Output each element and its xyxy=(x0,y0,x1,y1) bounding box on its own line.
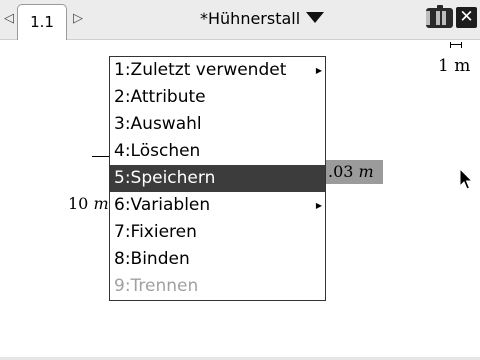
mouse-pointer-icon xyxy=(459,168,473,190)
menu-item-fixieren[interactable]: 7:Fixieren xyxy=(110,219,325,246)
menu-item-auswahl[interactable]: 3:Auswahl xyxy=(110,111,325,138)
measurement-right-value: .03 xyxy=(328,162,354,181)
submenu-arrow-icon: ▶ xyxy=(315,66,322,75)
tab-label: 1.1 xyxy=(30,13,54,31)
battery-icon xyxy=(426,5,453,28)
menu-item-attribute[interactable]: 2:Attribute xyxy=(110,84,325,111)
measurement-left-value: 10 xyxy=(68,194,89,213)
menu-item-label: 8:Binden xyxy=(114,249,190,269)
menu-item-label: 4:Löschen xyxy=(114,141,201,161)
close-icon[interactable]: ✕ xyxy=(456,7,477,28)
scale-bar xyxy=(450,42,462,48)
menu-item-label: 2:Attribute xyxy=(114,87,206,107)
menu-item-zuletzt-verwendet[interactable]: 1:Zuletzt verwendet ▶ xyxy=(110,57,325,84)
menu-item-label: 3:Auswahl xyxy=(114,114,202,134)
measurement-left[interactable]: 10 m xyxy=(68,194,109,213)
measurement-right-unit: m xyxy=(358,162,374,181)
menu-item-trennen: 9:Trennen xyxy=(110,273,325,300)
menu-item-variablen[interactable]: 6:Variablen ▶ xyxy=(110,192,325,219)
menu-item-loeschen[interactable]: 4:Löschen xyxy=(110,138,325,165)
menu-item-label: 5:Speichern xyxy=(114,168,216,188)
chevron-down-icon xyxy=(306,12,325,23)
document-title: *Hühnerstall xyxy=(200,9,301,28)
measurement-left-unit: m xyxy=(93,194,109,213)
document-title-dropdown[interactable]: *Hühnerstall xyxy=(200,9,325,28)
context-menu: 1:Zuletzt verwendet ▶ 2:Attribute 3:Ausw… xyxy=(109,56,326,301)
menu-item-speichern[interactable]: 5:Speichern xyxy=(110,165,325,192)
menu-item-label: 6:Variablen xyxy=(114,195,211,215)
menu-item-label: 7:Fixieren xyxy=(114,222,197,242)
top-bar: ◁ 1.1 ▷ *Hühnerstall ✕ xyxy=(0,0,480,40)
scale-label: 1 m xyxy=(438,56,471,76)
menu-item-label: 1:Zuletzt verwendet xyxy=(114,60,287,80)
menu-item-label: 9:Trennen xyxy=(114,276,199,296)
menu-item-binden[interactable]: 8:Binden xyxy=(110,246,325,273)
tab-prev-icon[interactable]: ◁ xyxy=(4,12,14,25)
measurement-right-selected[interactable]: .03 m xyxy=(325,160,383,184)
submenu-arrow-icon: ▶ xyxy=(315,201,322,210)
tab-1-1[interactable]: 1.1 xyxy=(17,4,67,40)
tab-next-icon[interactable]: ▷ xyxy=(73,12,83,25)
